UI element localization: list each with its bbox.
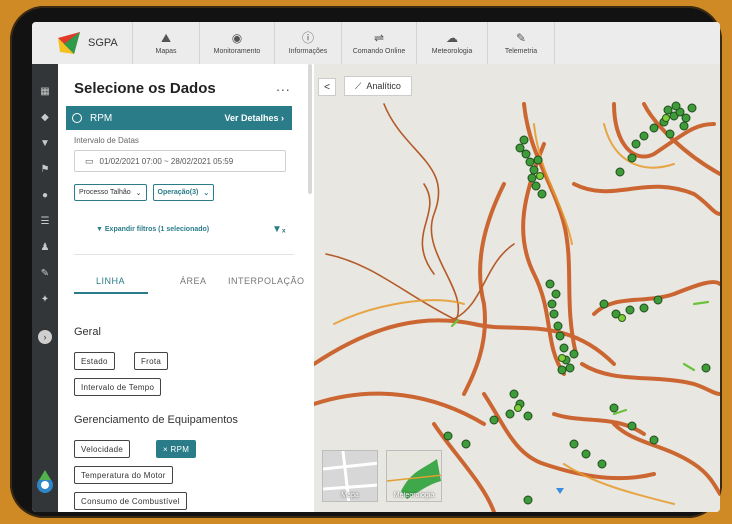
location-icon[interactable]: ● <box>32 186 58 204</box>
tab-linha[interactable]: LINHA <box>96 276 125 286</box>
wrench-icon[interactable]: ✦ <box>32 290 58 308</box>
brand-drop-icon <box>37 470 53 493</box>
calendar-icon: ▭ <box>85 155 94 166</box>
panel-scrollbar[interactable] <box>308 64 312 194</box>
nav-tab-label: Mapas <box>155 47 177 55</box>
chevron-down-icon: ⌄ <box>135 189 142 197</box>
filter-selects: Processo Talhão ⌄ Operação(3) ⌄ <box>74 184 215 201</box>
main-nav: ⛰ Mapas ◉ Monitoramento ⓘ Informações ⇌ … <box>132 22 555 64</box>
thumb-label: Mapa <box>341 492 359 499</box>
nav-tab-telemetria[interactable]: ✎ Telemetria <box>487 22 555 64</box>
nav-tab-label: Telemetria <box>504 47 538 55</box>
app-logo[interactable]: SGPA <box>56 22 128 64</box>
panel-title: Selecione os Dados <box>74 80 216 97</box>
section-geral-title: Geral <box>74 326 101 338</box>
chat-icon[interactable]: ☰ <box>32 212 58 230</box>
tablet-frame: SGPA ⛰ Mapas ◉ Monitoramento ⓘ Informaçõ… <box>10 6 722 518</box>
chip-temperatura-do-motor[interactable]: Temperatura do Motor <box>74 466 173 484</box>
tag-icon[interactable]: ◆ <box>32 108 58 126</box>
analytics-label: Analítico <box>366 81 401 91</box>
edit-icon[interactable]: ✎ <box>32 264 58 282</box>
map-pin-icon: ⛰ <box>160 30 172 45</box>
nav-tab-meteorologia[interactable]: ☁ Meteorologia <box>416 22 487 64</box>
date-range-value: 01/02/2021 07:00 ~ 28/02/2021 05:59 <box>99 156 234 166</box>
view-details-link[interactable]: Ver Detalhes › <box>224 113 284 123</box>
nav-tab-monitoramento[interactable]: ◉ Monitoramento <box>199 22 274 64</box>
tab-interpolacao[interactable]: INTERPOLAÇÃO <box>228 276 305 286</box>
analytics-button[interactable]: ⟋ Analítico <box>344 76 412 96</box>
filter-icon[interactable]: ▼ <box>32 134 58 152</box>
view-tabs: LINHA ÁREA INTERPOLAÇÃO <box>74 276 304 300</box>
clear-filter-icon[interactable]: ▼ₓ <box>272 224 286 235</box>
line-chart-icon: ⟋ <box>355 80 362 91</box>
tab-area[interactable]: ÁREA <box>180 276 207 286</box>
wrench-icon: ✎ <box>515 30 527 45</box>
weather-icon: ☁ <box>446 30 458 45</box>
operacao-select[interactable]: Operação(3) ⌄ <box>152 184 215 201</box>
nav-tab-label: Monitoramento <box>213 47 261 55</box>
grid-icon[interactable]: ▦ <box>32 82 58 100</box>
nav-tab-label: Meteorologia <box>431 47 473 55</box>
collapse-panel-button[interactable]: < <box>318 78 336 96</box>
logo-icon <box>58 32 80 54</box>
chip-consumo-de-combustivel[interactable]: Consumo de Combustível <box>74 492 187 510</box>
processo-talhao-select[interactable]: Processo Talhão ⌄ <box>74 184 147 201</box>
data-selection-panel: Selecione os Dados ... RPM Ver Detalhes … <box>58 64 315 512</box>
expand-filters-label: Expandir filtros (1 selecionado) <box>104 226 210 233</box>
nav-tab-label: Comando Online <box>352 47 406 55</box>
command-icon: ⇌ <box>373 30 385 45</box>
filter-icon: ▼ <box>96 226 103 233</box>
chip-estado[interactable]: Estado <box>74 352 115 370</box>
flag-icon[interactable]: ⚑ <box>32 160 58 178</box>
map-view[interactable]: < ⟋ Analítico Mapa Meteorologia <box>314 64 720 512</box>
user-icon[interactable]: ♟ <box>32 238 58 256</box>
nav-tab-informacoes[interactable]: ⓘ Informações <box>274 22 341 64</box>
radio-checked-icon <box>72 113 82 123</box>
select-label: Operação(3) <box>157 189 199 196</box>
basemap-thumb-mapa[interactable]: Mapa <box>322 450 378 502</box>
chevron-down-icon: ⌄ <box>203 189 210 197</box>
selected-metric-bar[interactable]: RPM Ver Detalhes › <box>66 106 292 130</box>
more-options-button[interactable]: ... <box>276 78 291 94</box>
nav-tab-label: Informações <box>288 47 328 55</box>
chip-velocidade[interactable]: Velocidade <box>74 440 131 458</box>
map-tracks <box>314 101 720 512</box>
divider <box>74 254 294 255</box>
nav-tab-comando-online[interactable]: ⇌ Comando Online <box>341 22 416 64</box>
thumb-label: Meteorologia <box>393 492 435 499</box>
chip-rpm-selected[interactable]: × RPM <box>156 440 197 458</box>
chip-intervalo-de-tempo[interactable]: Intervalo de Tempo <box>74 378 162 396</box>
nav-tab-mapas[interactable]: ⛰ Mapas <box>132 22 199 64</box>
info-icon: ⓘ <box>301 30 314 45</box>
date-range-input[interactable]: ▭ 01/02/2021 07:00 ~ 28/02/2021 05:59 <box>74 150 286 172</box>
selected-metric-label: RPM <box>90 112 113 124</box>
app-screen: SGPA ⛰ Mapas ◉ Monitoramento ⓘ Informaçõ… <box>32 22 720 512</box>
chip-frota[interactable]: Frota <box>134 352 169 370</box>
basemap-thumb-meteorologia[interactable]: Meteorologia <box>386 450 442 502</box>
date-range-label: Intervalo de Datas <box>74 136 139 145</box>
eye-icon: ◉ <box>231 30 243 45</box>
top-bar: SGPA ⛰ Mapas ◉ Monitoramento ⓘ Informaçõ… <box>32 22 720 65</box>
arrow-right-circle-icon[interactable]: › <box>32 328 58 346</box>
section-equip-title: Gerenciamento de Equipamentos <box>74 414 238 426</box>
expand-filters-link[interactable]: ▼ Expandir filtros (1 selecionado) <box>96 226 209 233</box>
app-name: SGPA <box>88 37 118 49</box>
active-tab-indicator <box>74 292 148 294</box>
select-label: Processo Talhão <box>79 189 131 196</box>
left-rail: ▦ ◆ ▼ ⚑ ● ☰ ♟ ✎ ✦ › <box>32 64 58 512</box>
